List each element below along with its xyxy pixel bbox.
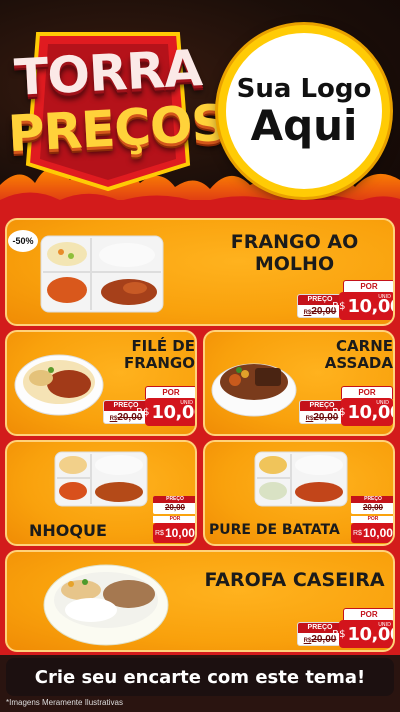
currency-symbol: R$ <box>332 406 346 418</box>
product-name: FAROFA CASEIRA <box>204 569 385 591</box>
price-tag: POR PREÇO R$20,00 R$ 10,00 UNID <box>299 386 393 432</box>
new-price-value: 10,00 <box>164 526 195 540</box>
title-line-2: PREÇOS <box>6 93 228 164</box>
product-name-line2: ASSADA <box>324 354 393 373</box>
new-price: R$ 10,00 UNID <box>332 620 393 648</box>
product-name: FRANGO AO MOLHO <box>197 231 392 276</box>
disclaimer-note: *Imagens Meramente Ilustrativas <box>6 698 123 707</box>
currency-symbol: R$ <box>332 628 346 640</box>
discount-badge: -50% <box>8 230 38 252</box>
old-price-value: 20,00 <box>362 503 384 512</box>
new-price: R$ 10,00 <box>153 523 195 543</box>
price-tag-compact: PREÇO 20,00 POR R$ 10,00 <box>153 496 195 544</box>
product-name: PURE DE BATATA <box>209 522 340 538</box>
price-tag: POR PREÇO R$20,00 R$ 10,00 UNID <box>297 608 393 650</box>
new-price: R$ 10,00 UNID <box>136 398 195 426</box>
product-name: NHOQUE <box>29 521 107 540</box>
old-price-box: PREÇO 20,00 <box>153 496 195 514</box>
flyer-page: TORRA PREÇOS Sua Logo Aqui FRANGO AO MOL… <box>0 0 400 712</box>
old-price-value: 20,00 <box>164 503 186 512</box>
new-price: R$ 10,00 UNID <box>332 398 393 426</box>
mashed-potato-tray-icon <box>254 451 348 507</box>
preco-label: PREÇO <box>351 496 393 503</box>
product-name-line1: CARNE <box>336 337 393 355</box>
new-price: R$ 10,00 <box>351 523 393 543</box>
unit-label: UNID <box>378 294 391 300</box>
farofa-bowl-icon <box>43 564 169 646</box>
product-card[interactable]: FAROFA CASEIRA POR PREÇO R$20,00 R$ 10,0… <box>5 550 395 652</box>
por-label: POR <box>153 516 195 523</box>
por-label: POR <box>351 516 393 523</box>
product-card[interactable]: FILÉ DE FRANGO POR PREÇO R$20,00 R$ 10,0… <box>5 330 197 436</box>
currency-symbol: R$ <box>353 529 362 537</box>
logo-line-2: Aqui <box>250 100 358 150</box>
roast-beef-bowl-icon <box>211 363 297 417</box>
gnocchi-tray-icon <box>54 451 148 507</box>
cta-banner[interactable]: Crie seu encarte com este tema! <box>6 658 394 696</box>
product-name: FILÉ DE FRANGO <box>107 337 195 373</box>
product-name-line1: FILÉ DE <box>131 337 195 355</box>
product-name-line2: FRANGO <box>123 354 195 373</box>
rice-chicken-tray-icon <box>40 235 164 313</box>
currency-symbol: R$ <box>332 300 346 312</box>
logo-placeholder[interactable]: Sua Logo Aqui <box>218 25 390 197</box>
currency-symbol: R$ <box>155 529 164 537</box>
product-name-line1: FRANGO AO <box>230 231 359 253</box>
new-price: R$ 10,00 UNID <box>332 292 393 320</box>
currency-symbol: R$ <box>136 406 150 418</box>
preco-label: PREÇO <box>153 496 195 503</box>
header: TORRA PREÇOS Sua Logo Aqui <box>0 0 400 215</box>
fish-fillet-bowl-icon <box>14 354 104 416</box>
price-tag: POR PREÇO R$20,00 R$ 10,00 UNID <box>103 386 195 432</box>
price-tag-compact: PREÇO 20,00 POR R$ 10,00 <box>351 496 393 544</box>
product-card[interactable]: PURE DE BATATA PREÇO 20,00 POR R$ 10,00 <box>203 440 395 546</box>
unit-label: UNID <box>180 400 193 406</box>
product-name: CARNE ASSADA <box>301 337 393 373</box>
unit-label: UNID <box>376 400 389 406</box>
product-card[interactable]: NHOQUE PREÇO 20,00 POR R$ 10,00 <box>5 440 197 546</box>
old-price: 20,00 <box>351 503 393 512</box>
new-price-value: 10,00 <box>362 526 393 540</box>
product-card[interactable]: FRANGO AO MOLHO POR PREÇO R$20,00 R$ 10,… <box>5 218 395 326</box>
price-tag: POR PREÇO R$20,00 R$ 10,00 UNID <box>297 280 393 324</box>
title-line-1: TORRA <box>12 39 204 107</box>
product-card[interactable]: CARNE ASSADA POR PREÇO R$20,00 R$ 10,00 … <box>203 330 395 436</box>
unit-label: UNID <box>378 622 391 628</box>
old-price: 20,00 <box>153 503 195 512</box>
old-price-box: PREÇO 20,00 <box>351 496 393 514</box>
torra-precos-logo: TORRA PREÇOS <box>6 14 228 194</box>
product-name-line2: MOLHO <box>254 252 335 275</box>
logo-line-1: Sua Logo <box>236 73 372 104</box>
